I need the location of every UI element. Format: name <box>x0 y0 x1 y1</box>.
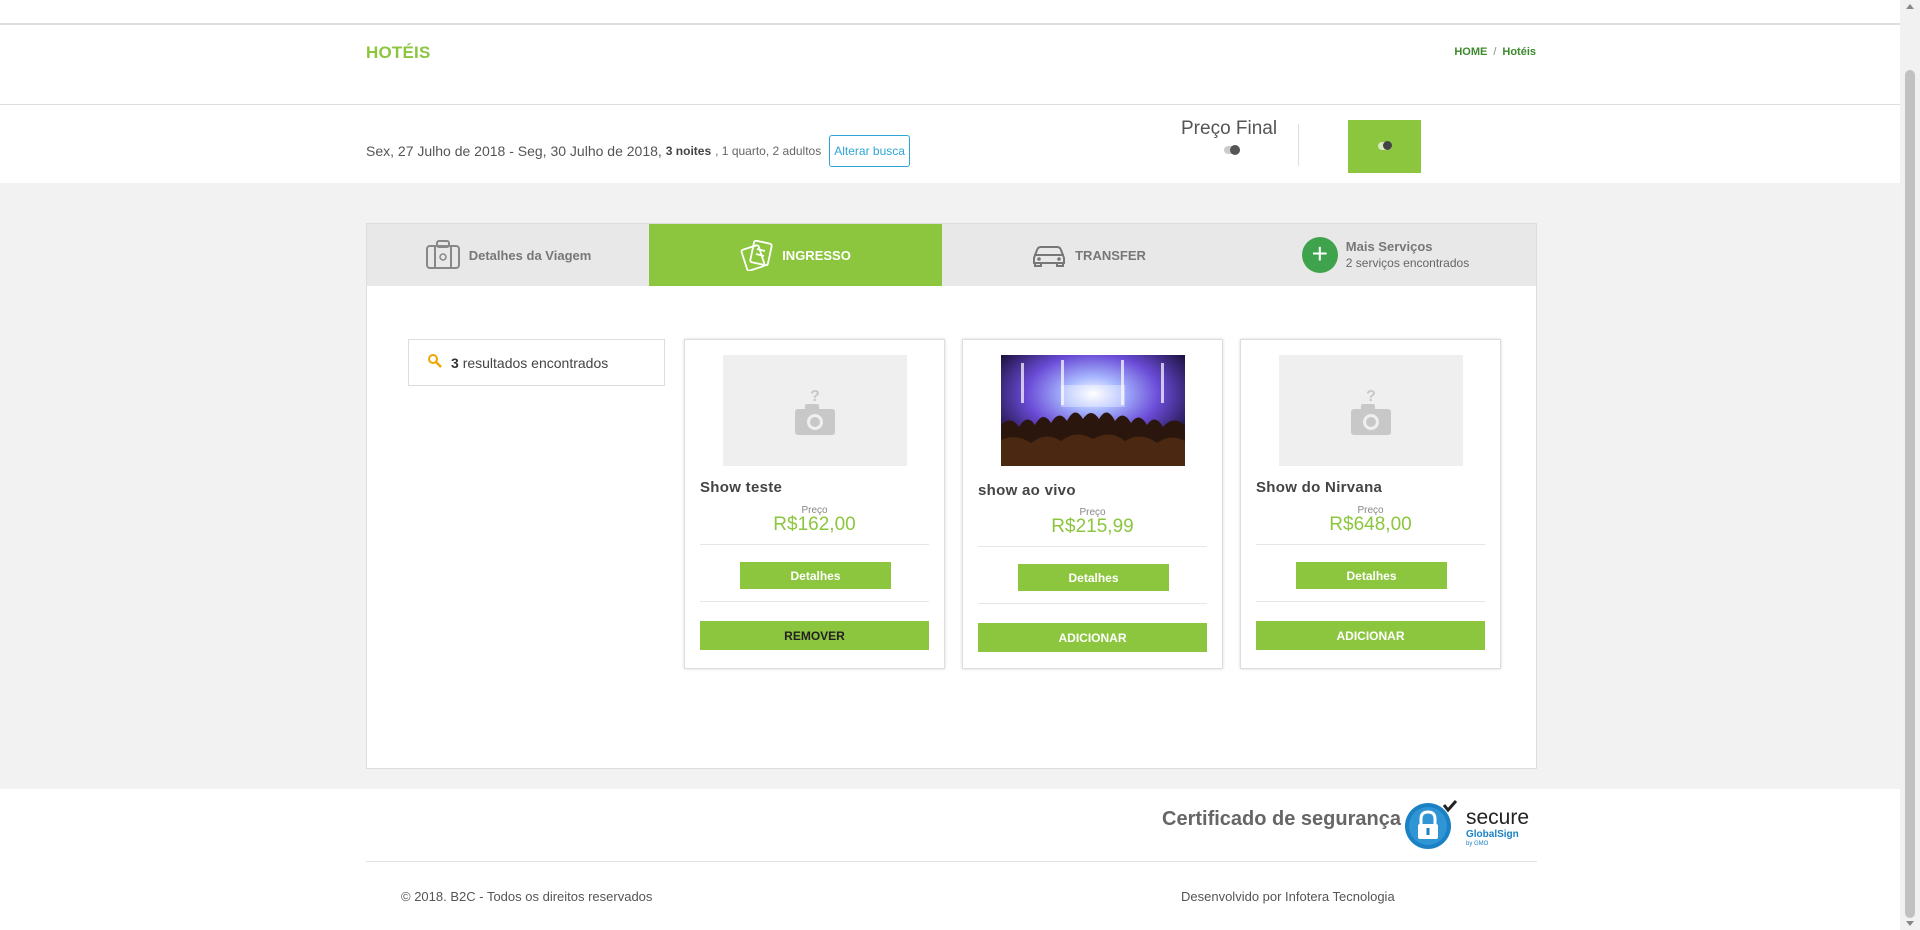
card-title[interactable]: Show do Nirvana <box>1256 479 1382 496</box>
concert-photo <box>1001 355 1185 466</box>
ticket-card: ? Show teste Preço R$162,00 Detalhes REM… <box>684 339 945 669</box>
breadcrumb-current[interactable]: Hotéis <box>1502 46 1536 58</box>
top-bar <box>0 0 1900 25</box>
divider <box>700 544 929 545</box>
results-count-box: 3 resultados encontrados <box>408 339 665 386</box>
svg-text:?: ? <box>1366 388 1376 405</box>
divider <box>978 546 1207 547</box>
scroll-thumb[interactable] <box>1905 70 1915 918</box>
tab-ingresso-label: INGRESSO <box>782 247 851 263</box>
results-text: resultados encontrados <box>462 354 609 371</box>
tab-transfer-label: TRANSFER <box>1075 247 1146 263</box>
price-value: R$215,99 <box>1051 516 1134 537</box>
footer-divider <box>366 861 1537 862</box>
ticket-card: show ao vivo Preço R$215,99 Detalhes ADI… <box>962 339 1223 669</box>
developer-credit[interactable]: Desenvolvido por Infotera Tecnologia <box>1181 889 1395 904</box>
tab-trip-details-label: Detalhes da Viagem <box>468 247 592 263</box>
svg-text:?: ? <box>810 388 820 405</box>
breadcrumb: HOME / Hotéis <box>1454 46 1536 58</box>
search-nights: 3 noites <box>665 144 712 158</box>
suitcase-icon <box>425 240 461 270</box>
price-value: R$648,00 <box>1329 514 1412 535</box>
price-final-label: Preço Final <box>1181 118 1278 139</box>
results-count: 3 <box>451 354 459 371</box>
divider <box>1256 544 1485 545</box>
page-header: HOTÉIS HOME / Hotéis <box>0 25 1900 105</box>
search-icon <box>427 353 443 372</box>
placeholder-camera-icon: ? <box>723 355 907 466</box>
remove-button[interactable]: REMOVER <box>700 621 929 650</box>
placeholder-camera-icon: ? <box>1279 355 1463 466</box>
tab-ingresso[interactable]: INGRESSO <box>649 224 942 286</box>
tab-more-services[interactable]: + Mais Serviços 2 serviços encontrados <box>1235 224 1536 286</box>
globalsign-secure-badge[interactable]: secure GlobalSign by GMO <box>1404 800 1540 850</box>
divider <box>978 603 1207 604</box>
divider <box>700 601 929 602</box>
security-certificate-label: Certificado de segurança <box>1162 808 1401 830</box>
car-icon <box>1031 243 1067 267</box>
ticket-icon <box>740 239 774 271</box>
divider <box>1298 124 1299 166</box>
breadcrumb-separator: / <box>1493 46 1497 58</box>
add-button[interactable]: ADICIONAR <box>1256 621 1485 650</box>
page-scrollbar[interactable] <box>1900 0 1920 930</box>
plus-icon: + <box>1301 237 1338 273</box>
page-title: HOTÉIS <box>366 43 431 62</box>
alter-search-button[interactable]: Alterar busca <box>829 135 910 167</box>
divider <box>1256 601 1485 602</box>
ticket-card: ? Show do Nirvana Preço R$648,00 Detalhe… <box>1240 339 1501 669</box>
card-title[interactable]: show ao vivo <box>978 482 1076 499</box>
svg-text:GlobalSign: GlobalSign <box>1466 829 1519 840</box>
search-dates: Sex, 27 Julho de 2018 - Seg, 30 Julho de… <box>366 143 662 159</box>
svg-text:secure: secure <box>1466 806 1529 829</box>
green-toggle-button[interactable] <box>1348 120 1421 173</box>
search-summary-bar: Sex, 27 Julho de 2018 - Seg, 30 Julho de… <box>0 106 1900 183</box>
details-button[interactable]: Detalhes <box>740 562 891 589</box>
details-button[interactable]: Detalhes <box>1018 564 1169 591</box>
price-final-toggle[interactable] <box>1224 145 1240 155</box>
tab-more-services-sub: 2 serviços encontrados <box>1345 256 1470 270</box>
services-panel: Detalhes da Viagem INGRESSO TRANSFER + M… <box>366 223 1537 769</box>
service-tabs: Detalhes da Viagem INGRESSO TRANSFER + M… <box>367 224 1536 286</box>
tab-trip-details[interactable]: Detalhes da Viagem <box>367 224 649 286</box>
scroll-up-arrow-icon[interactable] <box>1906 4 1914 9</box>
price-value: R$162,00 <box>773 514 856 535</box>
copyright-text: © 2018. B2C - Todos os direitos reservad… <box>401 889 653 904</box>
breadcrumb-home-link[interactable]: HOME <box>1454 46 1487 58</box>
svg-text:by GMO: by GMO <box>1466 841 1489 847</box>
add-button[interactable]: ADICIONAR <box>978 623 1207 652</box>
search-summary: Sex, 27 Julho de 2018 - Seg, 30 Julho de… <box>366 135 910 167</box>
tab-transfer[interactable]: TRANSFER <box>942 224 1235 286</box>
tab-more-services-label: Mais Serviços <box>1345 239 1433 254</box>
search-rooms-guests: , 1 quarto, 2 adultos <box>715 144 822 158</box>
details-button[interactable]: Detalhes <box>1296 562 1447 589</box>
scroll-down-arrow-icon[interactable] <box>1906 921 1914 926</box>
toggle-knob-icon <box>1378 141 1392 150</box>
card-title[interactable]: Show teste <box>700 479 782 496</box>
